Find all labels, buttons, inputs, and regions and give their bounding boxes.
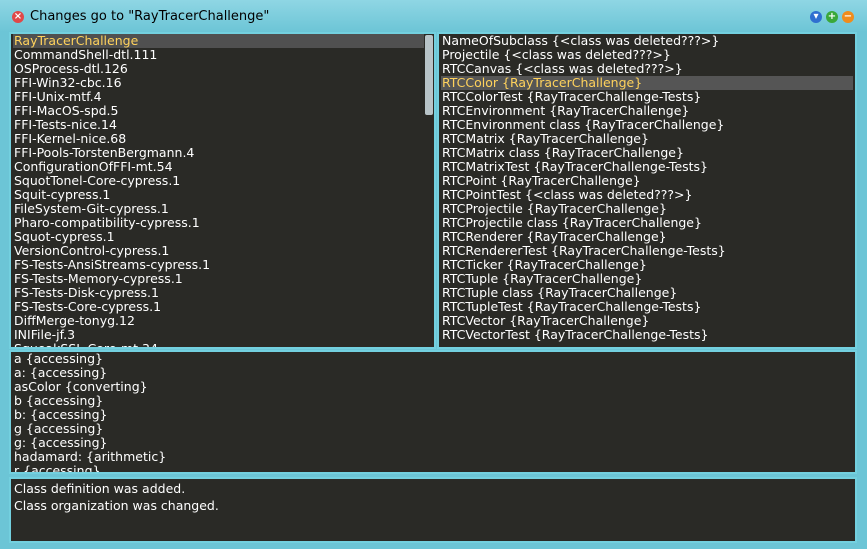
- window-title: Changes go to "RayTracerChallenge": [30, 9, 270, 24]
- list-item[interactable]: b: {accessing}: [13, 408, 853, 422]
- list-item[interactable]: FS-Tests-AnsiStreams-cypress.1: [13, 258, 432, 272]
- list-item[interactable]: a: {accessing}: [13, 366, 853, 380]
- package-scrollbar-thumb[interactable]: [425, 35, 433, 115]
- list-item[interactable]: b {accessing}: [13, 394, 853, 408]
- list-item[interactable]: RTCProjectile {RayTracerChallenge}: [441, 202, 853, 216]
- list-item[interactable]: Projectile {<class was deleted???>}: [441, 48, 853, 62]
- list-item[interactable]: RTCColor {RayTracerChallenge}: [441, 76, 853, 90]
- list-item[interactable]: ConfigurationOfFFI-mt.54: [13, 160, 432, 174]
- list-item[interactable]: FS-Tests-Memory-cypress.1: [13, 272, 432, 286]
- list-item[interactable]: RTCVectorTest {RayTracerChallenge-Tests}: [441, 328, 853, 342]
- list-item[interactable]: RTCTicker {RayTracerChallenge}: [441, 258, 853, 272]
- list-item[interactable]: INIFile-jf.3: [13, 328, 432, 342]
- list-item[interactable]: Pharo-compatibility-cypress.1: [13, 216, 432, 230]
- list-item[interactable]: OSProcess-dtl.126: [13, 62, 432, 76]
- method-scrollbar[interactable]: [845, 352, 855, 472]
- list-item[interactable]: RTCEnvironment {RayTracerChallenge}: [441, 104, 853, 118]
- details-line: Class definition was added.: [14, 481, 186, 496]
- list-item[interactable]: RTCMatrixTest {RayTracerChallenge-Tests}: [441, 160, 853, 174]
- list-item[interactable]: g: {accessing}: [13, 436, 853, 450]
- details-line: Class organization was changed.: [14, 497, 219, 513]
- list-item[interactable]: RayTracerChallenge: [13, 34, 432, 48]
- collapse-icon[interactable]: −: [842, 11, 854, 23]
- list-item[interactable]: FFI-MacOS-spd.5: [13, 104, 432, 118]
- package-list-pane[interactable]: RayTracerChallenge CommandShell-dtl.111 OS…: [9, 32, 436, 349]
- method-list-pane[interactable]: a {accessing} a: {accessing} asColor {conv…: [9, 350, 857, 474]
- list-item[interactable]: RTCVector {RayTracerChallenge}: [441, 314, 853, 328]
- expand-icon[interactable]: +: [826, 11, 838, 23]
- details-text: Class definition was added. Class organiz…: [11, 481, 855, 513]
- list-item[interactable]: g {accessing}: [13, 422, 853, 436]
- list-item[interactable]: RTCRendererTest {RayTracerChallenge-Test…: [441, 244, 853, 258]
- list-item[interactable]: RTCEnvironment class {RayTracerChallenge…: [441, 118, 853, 132]
- changes-window: × Changes go to "RayTracerChallenge" ▾ +…: [0, 0, 867, 549]
- list-item[interactable]: RTCRenderer {RayTracerChallenge}: [441, 230, 853, 244]
- list-item[interactable]: Squot-cypress.1: [13, 230, 432, 244]
- list-item[interactable]: RTCTuple {RayTracerChallenge}: [441, 272, 853, 286]
- list-item[interactable]: VersionControl-cypress.1: [13, 244, 432, 258]
- details-pane: Class definition was added. Class organiz…: [9, 477, 857, 543]
- list-item[interactable]: FFI-Pools-TorstenBergmann.4: [13, 146, 432, 160]
- list-item[interactable]: RTCTupleTest {RayTracerChallenge-Tests}: [441, 300, 853, 314]
- list-item[interactable]: DiffMerge-tonyg.12: [13, 314, 432, 328]
- list-item[interactable]: SqueakSSL-Core-mt.34: [13, 342, 432, 348]
- list-item[interactable]: RTCPoint {RayTracerChallenge}: [441, 174, 853, 188]
- list-item[interactable]: RTCProjectile class {RayTracerChallenge}: [441, 216, 853, 230]
- list-item[interactable]: hadamard: {arithmetic}: [13, 450, 853, 464]
- list-item[interactable]: RTCTuple class {RayTracerChallenge}: [441, 286, 853, 300]
- list-item[interactable]: NameOfSubclass {<class was deleted???>}: [441, 34, 853, 48]
- list-item[interactable]: FFI-Unix-mtf.4: [13, 90, 432, 104]
- class-list[interactable]: NameOfSubclass {<class was deleted???>} P…: [439, 34, 855, 342]
- list-item[interactable]: a {accessing}: [13, 352, 853, 366]
- list-item[interactable]: RTCPointTest {<class was deleted???>}: [441, 188, 853, 202]
- list-item[interactable]: RTCCanvas {<class was deleted???>}: [441, 62, 853, 76]
- list-item[interactable]: CommandShell-dtl.111: [13, 48, 432, 62]
- list-item[interactable]: FS-Tests-Disk-cypress.1: [13, 286, 432, 300]
- list-item[interactable]: RTCColorTest {RayTracerChallenge-Tests}: [441, 90, 853, 104]
- list-item[interactable]: FFI-Kernel-nice.68: [13, 132, 432, 146]
- list-item[interactable]: SquotTonel-Core-cypress.1: [13, 174, 432, 188]
- method-list[interactable]: a {accessing} a: {accessing} asColor {conv…: [11, 352, 855, 473]
- list-item[interactable]: FileSystem-Git-cypress.1: [13, 202, 432, 216]
- list-item[interactable]: FFI-Tests-nice.14: [13, 118, 432, 132]
- close-icon[interactable]: ×: [12, 11, 24, 23]
- list-item[interactable]: r {accessing}: [13, 464, 853, 473]
- title-bar[interactable]: × Changes go to "RayTracerChallenge" ▾ +…: [0, 0, 867, 32]
- package-list[interactable]: RayTracerChallenge CommandShell-dtl.111 OS…: [11, 34, 434, 348]
- list-item[interactable]: FS-Tests-Core-cypress.1: [13, 300, 432, 314]
- list-item[interactable]: Squit-cypress.1: [13, 188, 432, 202]
- list-item[interactable]: asColor {converting}: [13, 380, 853, 394]
- package-scrollbar[interactable]: [424, 34, 434, 347]
- list-item[interactable]: FFI-Win32-cbc.16: [13, 76, 432, 90]
- list-item[interactable]: RTCMatrix {RayTracerChallenge}: [441, 132, 853, 146]
- menu-icon[interactable]: ▾: [810, 11, 822, 23]
- list-item[interactable]: RTCMatrix class {RayTracerChallenge}: [441, 146, 853, 160]
- class-list-pane[interactable]: NameOfSubclass {<class was deleted???>} P…: [437, 32, 857, 349]
